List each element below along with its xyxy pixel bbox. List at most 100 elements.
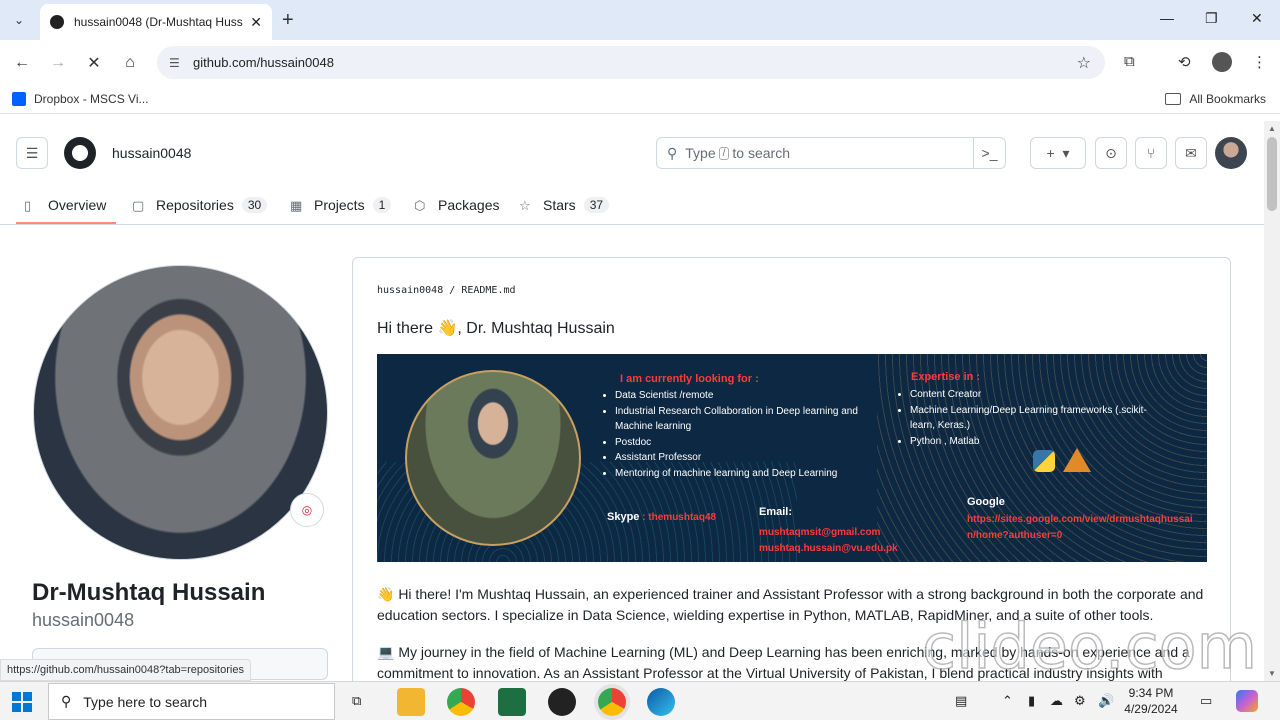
- minimize-icon[interactable]: —: [1160, 10, 1174, 26]
- home-icon[interactable]: ⌂: [119, 52, 141, 74]
- profile-photo[interactable]: [33, 265, 328, 560]
- restore-icon[interactable]: ❐: [1205, 10, 1218, 27]
- notifications-icon[interactable]: ▭: [1200, 693, 1212, 709]
- tab-stars[interactable]: ☆ Stars 37: [519, 193, 610, 217]
- extensions-icon[interactable]: ⧉: [1124, 53, 1135, 70]
- profile-avatar-icon[interactable]: [1212, 52, 1232, 72]
- plus-icon: +: [1046, 145, 1055, 161]
- scroll-up-icon[interactable]: ▲: [1268, 124, 1276, 133]
- tab-projects[interactable]: ▦ Projects 1: [290, 193, 392, 217]
- banner-looking-item: Data Scientist /remote: [615, 388, 863, 404]
- tab-repositories[interactable]: ▢ Repositories 30: [132, 193, 268, 217]
- browser-menu-icon[interactable]: ⋮: [1252, 53, 1267, 71]
- chrome-active-icon[interactable]: [598, 688, 626, 716]
- browser-tab-strip: ⌄ hussain0048 (Dr-Mushtaq Huss ✕ + — ❐ ✕: [0, 0, 1280, 40]
- performance-icon[interactable]: ⟲: [1178, 53, 1191, 71]
- clock-date: 4/29/2024: [1124, 702, 1178, 716]
- scroll-down-icon[interactable]: ▼: [1268, 669, 1276, 678]
- clideo-watermark: clideo.com: [921, 609, 1258, 684]
- copilot-icon[interactable]: [1236, 690, 1258, 712]
- banner-skype: Skype : themushtaq48: [607, 511, 717, 523]
- book-icon: ▯: [24, 198, 32, 213]
- task-view-icon[interactable]: ⧉: [352, 693, 361, 709]
- banner-looking-item: Assistant Professor: [615, 450, 863, 466]
- forward-icon[interactable]: →: [47, 52, 69, 74]
- all-bookmarks-label: All Bookmarks: [1189, 92, 1266, 106]
- bookmark-dropbox[interactable]: Dropbox - MSCS Vi...: [12, 92, 148, 106]
- bookmark-star-icon[interactable]: ☆: [1077, 53, 1091, 73]
- site-info-icon[interactable]: ☰: [169, 56, 183, 70]
- window-close-icon[interactable]: ✕: [1251, 10, 1263, 27]
- taskbar-search-input[interactable]: ⚲ Type here to search: [48, 683, 335, 720]
- hamburger-menu-icon[interactable]: ☰: [16, 137, 48, 169]
- command-palette-icon[interactable]: >_: [973, 138, 1005, 168]
- pull-request-icon: ⑂: [1146, 145, 1156, 161]
- banner-email-2: mushtaq.hussain@vu.edu.pk: [759, 543, 898, 554]
- back-icon[interactable]: ←: [11, 52, 33, 74]
- scrollbar-thumb[interactable]: [1267, 137, 1277, 211]
- address-bar[interactable]: ☰ github.com/hussain0048 ☆: [157, 46, 1105, 79]
- news-widget-icon[interactable]: ▤: [955, 693, 967, 709]
- bookmark-dropbox-label: Dropbox - MSCS Vi...: [34, 92, 149, 106]
- stars-count: 37: [583, 197, 610, 213]
- active-tab-underline: [16, 222, 116, 224]
- github-header: ☰ hussain0048 ⚲ Type / to search >_ + ▾ …: [0, 121, 1264, 185]
- stop-loading-icon[interactable]: ✕: [83, 52, 105, 74]
- pull-requests-button[interactable]: ⑂: [1135, 137, 1167, 169]
- windows-taskbar: ⚲ Type here to search ⧉ ▤ ⌃ ▮ ☁ ⚙ 🔊 9:34…: [0, 681, 1280, 720]
- tab-search-dropdown-icon[interactable]: ⌄: [8, 9, 30, 31]
- file-explorer-icon[interactable]: [397, 688, 425, 716]
- banner-expertise-heading: Expertise in :: [911, 371, 981, 383]
- github-favicon-icon: [50, 15, 64, 29]
- readme-path-user[interactable]: hussain0048: [377, 285, 443, 296]
- search-suffix: to search: [732, 145, 790, 161]
- banner-looking-item: Mentoring of machine learning and Deep L…: [615, 466, 863, 482]
- banner-email-1: mushtaqmsit@gmail.com: [759, 527, 881, 538]
- tab-close-icon[interactable]: ✕: [250, 14, 262, 31]
- tab-overview-label: Overview: [48, 197, 107, 213]
- onedrive-icon[interactable]: ☁: [1050, 693, 1063, 709]
- windows-start-icon[interactable]: [12, 692, 32, 712]
- clock-time: 9:34 PM: [1128, 686, 1174, 700]
- create-new-button[interactable]: + ▾: [1030, 137, 1086, 169]
- all-bookmarks[interactable]: All Bookmarks: [1165, 92, 1266, 106]
- header-username[interactable]: hussain0048: [112, 145, 191, 161]
- search-shortcut-key: /: [718, 146, 730, 160]
- browser-toolbar: ← → ✕ ⌂ ☰ github.com/hussain0048 ☆ ⧉ ⟲ ⋮: [0, 40, 1280, 86]
- tray-chevron-up-icon[interactable]: ⌃: [1002, 693, 1013, 709]
- tab-title: hussain0048 (Dr-Mushtaq Huss: [74, 15, 243, 29]
- profile-nav: ▯ Overview ▢ Repositories 30 ▦ Projects …: [0, 185, 1264, 225]
- tab-packages[interactable]: ⬡ Packages: [414, 193, 499, 217]
- table-icon: ▦: [290, 198, 303, 213]
- taskbar-clock[interactable]: 9:34 PM 4/29/2024: [1114, 685, 1188, 717]
- banner-looking-heading: I am currently looking for :: [620, 373, 759, 385]
- user-avatar[interactable]: [1215, 137, 1247, 169]
- page-scrollbar[interactable]: ▲ ▼: [1264, 121, 1280, 681]
- chrome-icon[interactable]: [447, 688, 475, 716]
- search-icon: ⚲: [61, 693, 72, 709]
- banner-google-label: Google: [967, 496, 1005, 508]
- readme-path-file: README.md: [461, 285, 516, 296]
- banner-photo: [405, 370, 581, 546]
- github-logo-icon[interactable]: [64, 137, 96, 169]
- recorder-app-icon[interactable]: [548, 688, 576, 716]
- new-tab-icon[interactable]: +: [282, 9, 294, 31]
- network-icon[interactable]: ⚙: [1074, 693, 1086, 709]
- search-icon: ⚲: [667, 144, 678, 161]
- star-icon: ☆: [519, 198, 531, 213]
- tab-overview[interactable]: ▯ Overview: [24, 193, 106, 217]
- browser-tab-active[interactable]: hussain0048 (Dr-Mushtaq Huss ✕: [40, 4, 272, 40]
- excel-icon[interactable]: [498, 688, 526, 716]
- readme-path: hussain0048 / README.md: [377, 285, 516, 296]
- status-target-icon[interactable]: ◎: [290, 493, 324, 527]
- search-input[interactable]: ⚲ Type / to search >_: [656, 137, 1006, 169]
- inbox-button[interactable]: ✉: [1175, 137, 1207, 169]
- tab-packages-label: Packages: [438, 197, 500, 213]
- profile-full-name: Dr-Mushtaq Hussain: [32, 579, 266, 606]
- battery-icon[interactable]: ▮: [1028, 693, 1035, 709]
- edge-icon[interactable]: [647, 688, 675, 716]
- repositories-count: 30: [241, 197, 268, 213]
- volume-icon[interactable]: 🔊: [1098, 693, 1114, 709]
- bookmarks-bar: Dropbox - MSCS Vi... All Bookmarks: [0, 86, 1280, 114]
- issues-button[interactable]: ⊙: [1095, 137, 1127, 169]
